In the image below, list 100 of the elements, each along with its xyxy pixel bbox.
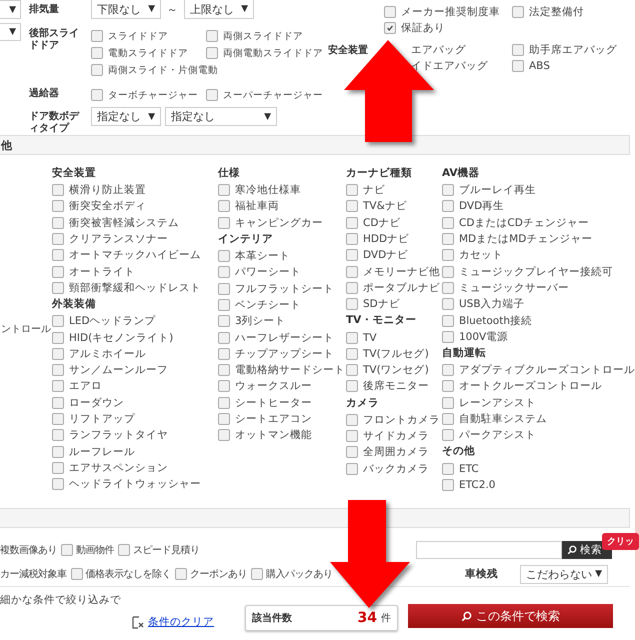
- select-field[interactable]: こだわらない ▼: [520, 564, 608, 584]
- checkbox[interactable]: [442, 314, 454, 327]
- checkbox[interactable]: [218, 298, 230, 311]
- checkbox[interactable]: [52, 462, 64, 474]
- checkbox[interactable]: [442, 184, 454, 196]
- checkbox[interactable]: [346, 364, 358, 376]
- checkbox[interactable]: [70, 568, 82, 580]
- option-label: Bluetooth接続: [459, 314, 532, 328]
- select-field[interactable]: ▼: [0, 0, 21, 19]
- checkbox[interactable]: [218, 364, 230, 376]
- checkbox[interactable]: [442, 330, 454, 343]
- checkbox[interactable]: [52, 266, 64, 278]
- checkbox[interactable]: [384, 6, 396, 18]
- checkbox[interactable]: [346, 430, 358, 442]
- checkbox[interactable]: [442, 298, 454, 310]
- checkbox[interactable]: [218, 413, 230, 425]
- checkbox[interactable]: [442, 396, 454, 409]
- checkbox[interactable]: [52, 429, 64, 442]
- checkbox[interactable]: [52, 315, 64, 328]
- checkbox[interactable]: [346, 414, 358, 426]
- checkbox[interactable]: [346, 233, 358, 246]
- checkbox[interactable]: [218, 348, 230, 360]
- checkbox[interactable]: [52, 233, 64, 246]
- checkbox[interactable]: [52, 478, 64, 490]
- checkbox[interactable]: [512, 44, 524, 56]
- checkbox[interactable]: [442, 266, 454, 278]
- checkbox[interactable]: [384, 22, 396, 34]
- select-field[interactable]: 指定なし ▼: [165, 107, 277, 126]
- checkbox[interactable]: [251, 568, 263, 580]
- search-submit-button[interactable]: この条件で検索: [408, 604, 613, 628]
- select-field[interactable]: ▼: [0, 23, 21, 41]
- checkbox[interactable]: [218, 266, 230, 278]
- option-label: ベンチシート: [235, 298, 301, 312]
- checkbox[interactable]: [442, 249, 454, 262]
- checkbox[interactable]: [346, 380, 358, 392]
- checkbox[interactable]: [442, 429, 454, 442]
- checkbox[interactable]: [218, 250, 230, 262]
- checkbox[interactable]: [175, 568, 187, 580]
- option-label: エアバッグ: [411, 43, 466, 57]
- checkbox[interactable]: [442, 462, 454, 475]
- checkbox[interactable]: [52, 216, 64, 229]
- checkbox[interactable]: [346, 266, 358, 278]
- checkbox[interactable]: [52, 184, 64, 196]
- checkbox[interactable]: [91, 30, 103, 42]
- checkbox[interactable]: [442, 200, 454, 212]
- checkbox[interactable]: [346, 249, 358, 262]
- select-field[interactable]: 下限なし ▼: [91, 0, 161, 19]
- select-field[interactable]: 指定なし ▼: [91, 107, 161, 126]
- checkbox[interactable]: [346, 348, 358, 360]
- checkbox[interactable]: [218, 184, 230, 196]
- checkbox[interactable]: [52, 282, 64, 294]
- checkbox[interactable]: [442, 478, 454, 491]
- checkbox[interactable]: [206, 30, 218, 42]
- checkbox[interactable]: [52, 200, 64, 212]
- checkbox[interactable]: [346, 332, 358, 344]
- option-label: 電動スライドドア: [108, 46, 188, 60]
- checkbox[interactable]: [118, 544, 130, 556]
- checkbox[interactable]: [91, 47, 103, 59]
- checkbox[interactable]: [218, 396, 230, 409]
- clear-icon: [132, 616, 144, 628]
- checkbox[interactable]: [442, 282, 454, 294]
- checkbox[interactable]: [346, 200, 358, 212]
- checkbox[interactable]: [206, 47, 218, 59]
- option-label: USB入力端子: [459, 297, 525, 312]
- checkbox[interactable]: [346, 282, 358, 294]
- checkbox[interactable]: [442, 233, 454, 246]
- checkbox[interactable]: [91, 64, 103, 76]
- checkbox[interactable]: [206, 89, 218, 101]
- checkbox[interactable]: [346, 184, 358, 196]
- checkbox[interactable]: [442, 216, 454, 229]
- checkbox[interactable]: [442, 380, 454, 392]
- checkbox[interactable]: [512, 60, 524, 72]
- option-label: ABS: [529, 60, 550, 72]
- checkbox[interactable]: [346, 446, 358, 458]
- clear-link[interactable]: 条件のクリア: [148, 615, 214, 629]
- checkbox[interactable]: [91, 89, 103, 101]
- checkbox[interactable]: [218, 216, 230, 229]
- select-field[interactable]: 上限なし ▼: [184, 0, 254, 19]
- checkbox[interactable]: [61, 544, 73, 556]
- checkbox[interactable]: [442, 364, 454, 376]
- checkbox[interactable]: [346, 298, 358, 310]
- checkbox[interactable]: [218, 380, 230, 392]
- checkbox[interactable]: [218, 282, 230, 295]
- checkbox[interactable]: [52, 332, 64, 344]
- checkbox[interactable]: [218, 315, 230, 328]
- checkbox[interactable]: [52, 380, 64, 392]
- checkbox[interactable]: [218, 332, 230, 344]
- checkbox[interactable]: [52, 348, 64, 360]
- checkbox[interactable]: [218, 200, 230, 212]
- checkbox[interactable]: [346, 216, 358, 229]
- checkbox[interactable]: [346, 462, 358, 475]
- checkbox[interactable]: [52, 364, 64, 376]
- checkbox[interactable]: [218, 429, 230, 442]
- checkbox[interactable]: [512, 6, 524, 18]
- checkbox[interactable]: [52, 413, 64, 425]
- checkbox[interactable]: [52, 396, 64, 409]
- checkbox[interactable]: [442, 413, 454, 425]
- checkbox[interactable]: [52, 249, 64, 262]
- keyword-input[interactable]: [416, 541, 562, 559]
- checkbox[interactable]: [52, 446, 64, 458]
